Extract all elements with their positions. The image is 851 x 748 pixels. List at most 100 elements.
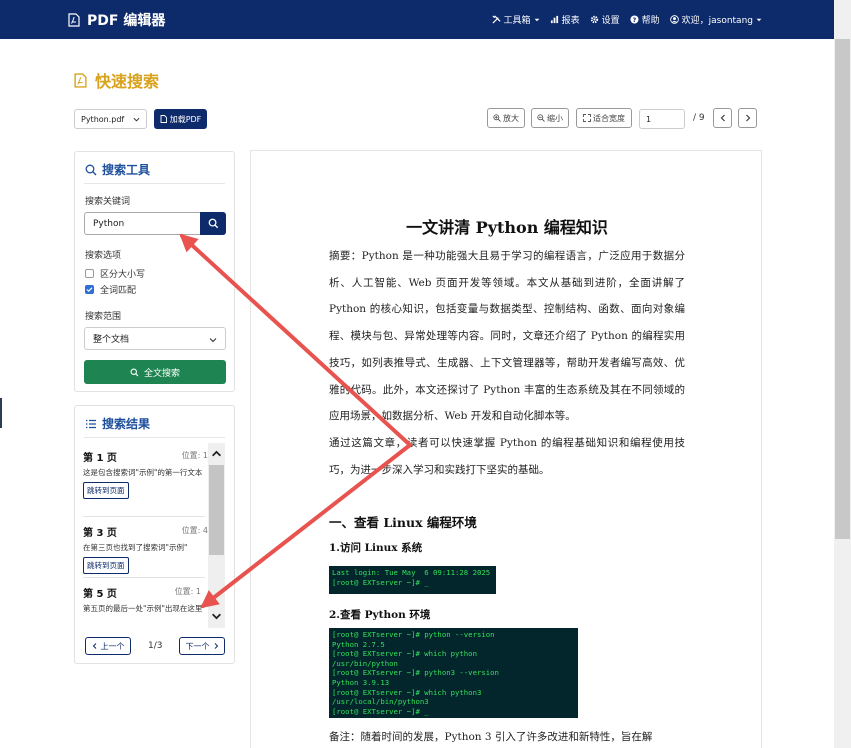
user-circle-icon [669,15,679,24]
case-sensitive-checkbox[interactable]: 区分大小写 [85,267,145,280]
search-input[interactable]: Python [84,212,200,235]
results-scrollbar-thumb[interactable] [209,465,224,555]
keyword-label: 搜索关键词 [85,197,131,207]
pdf-file-icon [68,12,80,27]
intro-paragraph: 通过这篇文章，读者可以快速掌握 Python 的编程基础知识和编程使用技巧，为进… [329,436,685,476]
brand-name: PDF 编辑器 [87,12,166,29]
brand[interactable]: PDF 编辑器 [68,10,165,30]
svg-text:?: ? [632,17,636,24]
nav-user-label: 欢迎，jasontang [681,16,753,26]
nav-tools[interactable]: 工具箱 [492,13,540,26]
terminal-screenshot-login: Last login: Tue May 6 09:11:28 2025 [roo… [329,566,496,594]
load-pdf-label: 加载PDF [169,114,202,124]
subsection-heading: 1.访问 Linux 系统 [329,542,423,554]
full-text-search-button[interactable]: 全文搜索 [84,360,226,384]
result-item[interactable]: 第 5 页 位置: 1 第五页的最后一处"示例"出现在这里 [83,585,213,615]
search-tools-title-text: 搜索工具 [102,163,151,177]
load-pdf-button[interactable]: 加载PDF [154,109,207,129]
full-text-search-label: 全文搜索 [143,368,180,379]
page-title-text: 快速搜索 [95,72,160,91]
fit-width-button[interactable]: 适合宽度 [576,108,632,128]
next-page-button[interactable] [738,108,757,128]
top-navbar: PDF 编辑器 工具箱 报表 设置 ? 帮助 欢迎，jasontang [0,0,834,39]
page-total: / 9 [693,113,705,123]
case-sensitive-label: 区分大小写 [100,270,146,280]
result-text: 在第三页也找到了搜索词"示例" [83,543,188,552]
pdf-file-icon [74,72,87,88]
section-heading: 一、查看 Linux 编程环境 [329,515,477,530]
expand-icon [583,114,591,122]
checkbox-box-checked[interactable] [85,285,94,294]
prev-result-label: 上一个 [100,641,125,651]
whole-word-checkbox[interactable]: 全词匹配 [85,283,136,296]
divider [83,577,205,578]
nav-tools-label: 工具箱 [503,16,531,26]
document-title: 一文讲清 Python 编程知识 [406,218,608,237]
results-list: 第 1 页 位置: 15 这是包含搜索词"示例"的第一行文本 跳转到页面 第 3… [83,445,216,627]
chevron-down-icon[interactable] [211,611,222,622]
list-icon [86,419,96,428]
jump-to-page-button[interactable]: 跳转到页面 [83,482,129,499]
chevron-left-icon [92,643,96,649]
result-text: 这是包含搜索词"示例"的第一行文本 [83,468,203,477]
scope-select-value: 整个文档 [93,335,130,345]
page-number-value: 1 [646,114,652,124]
search-icon [208,218,218,229]
result-position: 位置: 1 [174,587,201,596]
file-select[interactable]: Python.pdf [74,109,147,129]
scope-label: 搜索范围 [85,312,122,322]
chevron-right-icon [214,643,218,649]
prev-page-button[interactable] [713,108,732,128]
results-scrollbar[interactable] [208,443,225,628]
nav-settings-label: 设置 [601,16,620,26]
chevron-left-icon [720,114,725,122]
chevron-down-icon [209,338,217,343]
window-scrollbar-thumb[interactable] [835,39,850,539]
gear-icon [590,15,598,24]
window-scrollbar[interactable] [834,0,851,748]
chevron-down-icon [133,117,140,122]
document-abstract: 摘要：Python 是一种功能强大且易于学习的编程语言，广泛应用于数据分析、人工… [329,243,685,483]
jump-to-page-button[interactable]: 跳转到页面 [83,557,129,574]
search-tools-panel: 搜索工具 搜索关键词 Python 搜索选项 区分大小写 全词匹配 搜索范围 整… [74,151,235,392]
nav-report[interactable]: 报表 [550,13,580,26]
result-item[interactable]: 第 1 页 位置: 15 这是包含搜索词"示例"的第一行文本 跳转到页面 [83,449,213,499]
nav-help[interactable]: ? 帮助 [630,13,660,26]
check-icon [86,287,93,293]
result-text: 第五页的最后一处"示例"出现在这里 [83,604,203,613]
search-results-title-text: 搜索结果 [102,417,151,431]
zoom-in-label: 放大 [503,113,519,123]
page-number-input[interactable]: 1 [639,109,685,129]
options-label: 搜索选项 [85,251,122,261]
chevron-up-icon[interactable] [211,448,222,459]
result-item[interactable]: 第 3 页 位置: 42 在第三页也找到了搜索词"示例" 跳转到页面 [83,524,213,574]
chevron-right-icon [745,114,750,122]
checkbox-box[interactable] [85,269,94,278]
zoom-out-button[interactable]: 缩小 [531,108,569,128]
fit-width-label: 适合宽度 [593,113,625,123]
nav-user[interactable]: 欢迎，jasontang [669,13,762,26]
zoom-in-icon [493,114,501,122]
help-circle-icon: ? [630,15,639,24]
document-note: 备注：随着时间的发展，Python 3 引入了许多改进和新特性，旨在解 [329,731,653,743]
search-input-value: Python [93,218,125,229]
zoom-in-button[interactable]: 放大 [487,108,525,128]
divider [83,516,205,517]
zoom-out-label: 缩小 [547,113,563,123]
search-icon [85,164,97,175]
nav-settings[interactable]: 设置 [590,13,620,26]
zoom-out-icon [537,114,545,122]
prev-result-button[interactable]: 上一个 [85,637,131,655]
file-select-value: Python.pdf [81,114,125,124]
next-result-button[interactable]: 下一个 [179,637,225,655]
file-icon [160,115,167,123]
search-tools-title: 搜索工具 [85,161,150,178]
nav-help-label: 帮助 [641,16,660,26]
nav-report-label: 报表 [561,16,580,26]
scope-select[interactable]: 整个文档 [84,327,226,350]
search-submit-button[interactable] [200,212,226,235]
pdf-document-page: 一文讲清 Python 编程知识 摘要：Python 是一种功能强大且易于学习的… [250,150,762,748]
divider [84,183,225,184]
page-title: 快速搜索 [74,68,159,92]
caret-down-icon [534,18,539,21]
